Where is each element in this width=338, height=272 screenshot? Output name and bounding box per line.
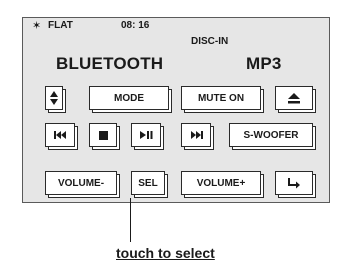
- clock-time: 08: 16: [121, 20, 150, 31]
- volume-up-button[interactable]: VOLUME+: [181, 171, 261, 195]
- previous-track-icon: [53, 131, 66, 139]
- select-button[interactable]: SEL: [131, 171, 165, 195]
- volume-down-button[interactable]: VOLUME-: [45, 171, 117, 195]
- caption-touch-to-select: touch to select: [116, 245, 215, 261]
- stop-button[interactable]: [89, 123, 117, 147]
- back-button[interactable]: [275, 171, 313, 195]
- format-label: MP3: [246, 54, 282, 73]
- eq-mode-label: FLAT: [48, 20, 73, 31]
- disc-status: DISC-IN: [191, 36, 229, 47]
- mode-button[interactable]: MODE: [89, 86, 169, 110]
- source-label: BLUETOOTH: [56, 54, 164, 73]
- up-down-arrows-icon: [50, 91, 58, 105]
- next-track-button[interactable]: [181, 123, 211, 147]
- play-pause-icon: [139, 131, 152, 139]
- screen: ✶ FLAT 08: 16 DISC-IN BLUETOOTH MP3 MODE…: [0, 0, 338, 272]
- up-down-button[interactable]: [45, 86, 63, 110]
- mute-button[interactable]: MUTE ON: [181, 86, 261, 110]
- eject-icon: [288, 93, 300, 104]
- stop-icon: [98, 130, 108, 140]
- pointer-line: [130, 198, 131, 242]
- return-arrow-icon: [288, 178, 300, 189]
- play-pause-button[interactable]: [131, 123, 161, 147]
- eject-button[interactable]: [275, 86, 313, 110]
- subwoofer-button[interactable]: S-WOOFER: [229, 123, 313, 147]
- next-track-icon: [190, 131, 203, 139]
- bluetooth-icon: ✶: [32, 20, 42, 32]
- previous-track-button[interactable]: [45, 123, 75, 147]
